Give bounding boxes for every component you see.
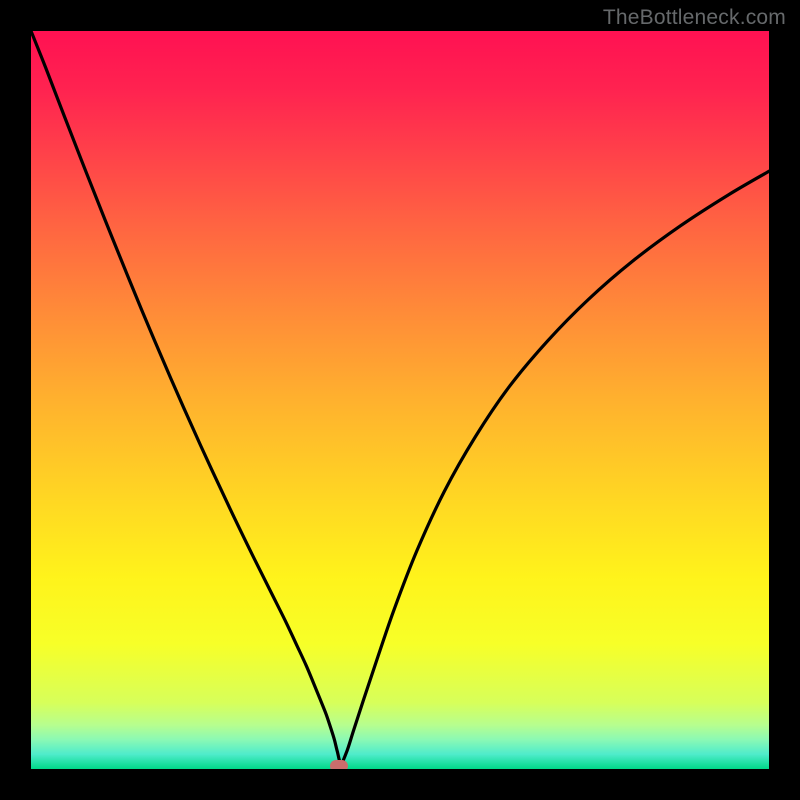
chart-frame: TheBottleneck.com bbox=[0, 0, 800, 800]
plot-area bbox=[31, 31, 769, 769]
watermark-text: TheBottleneck.com bbox=[603, 6, 786, 30]
bottleneck-curve bbox=[31, 31, 769, 769]
optimal-marker bbox=[330, 760, 348, 769]
